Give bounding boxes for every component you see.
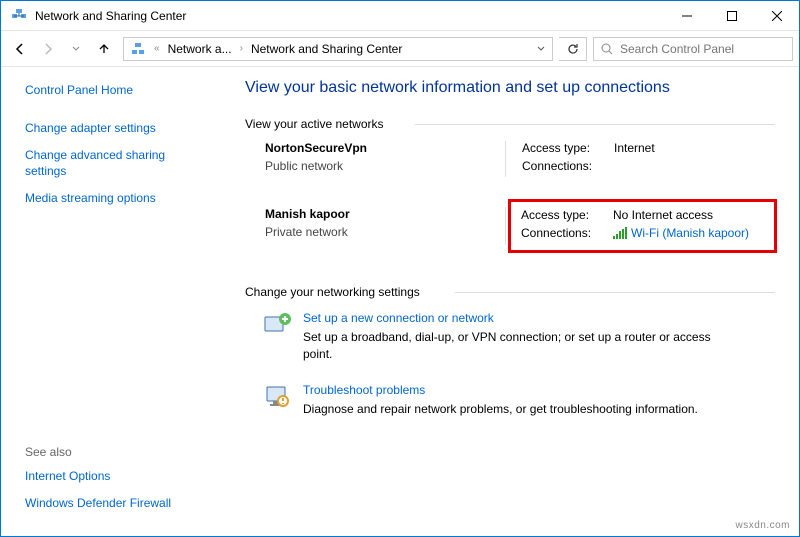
search-input[interactable] <box>620 42 786 56</box>
new-connection-icon <box>263 311 293 339</box>
sidebar-link-adapter[interactable]: Change adapter settings <box>25 121 209 137</box>
access-type-label: Access type: <box>522 141 614 155</box>
wifi-signal-icon <box>613 227 627 239</box>
sidebar: Control Panel Home Change adapter settin… <box>1 67 221 536</box>
network-icon <box>130 41 146 57</box>
breadcrumb-dropdown[interactable] <box>530 38 550 60</box>
recent-dropdown[interactable] <box>63 36 89 62</box>
search-icon <box>600 42 614 56</box>
network-name: Manish kapoor <box>265 207 505 221</box>
sidebar-link-media[interactable]: Media streaming options <box>25 191 209 207</box>
setting-item: Set up a new connection or network Set u… <box>263 311 775 363</box>
refresh-button[interactable] <box>559 37 587 61</box>
breadcrumb-item-1[interactable]: Network a... <box>164 38 236 60</box>
chevron-right-icon[interactable]: › <box>236 43 247 54</box>
seealso-firewall[interactable]: Windows Defender Firewall <box>25 496 209 512</box>
setting-item: Troubleshoot problems Diagnose and repai… <box>263 383 775 418</box>
connections-label: Connections: <box>522 159 614 173</box>
troubleshoot-link[interactable]: Troubleshoot problems <box>303 383 698 397</box>
search-box[interactable] <box>593 37 793 61</box>
main-content: View your basic network information and … <box>221 67 799 536</box>
breadcrumb-sep: « <box>150 43 164 54</box>
network-row: NortonSecureVpn Public network Access ty… <box>265 141 775 177</box>
breadcrumb[interactable]: « Network a... › Network and Sharing Cen… <box>123 37 553 61</box>
active-networks-label: View your active networks <box>245 117 775 131</box>
network-row: Manish kapoor Private network Access typ… <box>265 207 775 245</box>
titlebar: Network and Sharing Center <box>1 1 799 31</box>
toolbar: « Network a... › Network and Sharing Cen… <box>1 31 799 67</box>
setup-connection-link[interactable]: Set up a new connection or network <box>303 311 743 325</box>
wifi-connection-link[interactable]: Wi-Fi (Manish kapoor) <box>631 226 749 240</box>
network-type: Private network <box>265 225 505 239</box>
network-name: NortonSecureVpn <box>265 141 505 155</box>
breadcrumb-item-2[interactable]: Network and Sharing Center <box>247 38 406 60</box>
maximize-button[interactable] <box>709 1 754 31</box>
change-settings-label: Change your networking settings <box>245 285 775 299</box>
back-button[interactable] <box>7 36 33 62</box>
access-type-value: Internet <box>614 141 655 155</box>
see-also-label: See also <box>25 445 209 459</box>
up-button[interactable] <box>91 36 117 62</box>
seealso-internet-options[interactable]: Internet Options <box>25 469 209 485</box>
access-type-label: Access type: <box>521 208 613 222</box>
troubleshoot-desc: Diagnose and repair network problems, or… <box>303 401 698 418</box>
control-panel-home-link[interactable]: Control Panel Home <box>25 83 209 99</box>
access-type-value: No Internet access <box>613 208 713 222</box>
page-heading: View your basic network information and … <box>245 79 775 97</box>
watermark: wsxdn.com <box>735 520 790 531</box>
minimize-button[interactable] <box>664 1 709 31</box>
window-title: Network and Sharing Center <box>35 9 664 23</box>
troubleshoot-icon <box>263 383 293 411</box>
sidebar-link-sharing[interactable]: Change advanced sharing settings <box>25 148 209 179</box>
close-button[interactable] <box>754 1 799 31</box>
network-type: Public network <box>265 159 505 173</box>
app-icon <box>11 8 27 24</box>
highlight-box: Access type:No Internet access Connectio… <box>508 199 777 253</box>
forward-button <box>35 36 61 62</box>
setup-connection-desc: Set up a broadband, dial-up, or VPN conn… <box>303 329 743 363</box>
connections-label: Connections: <box>521 226 613 240</box>
